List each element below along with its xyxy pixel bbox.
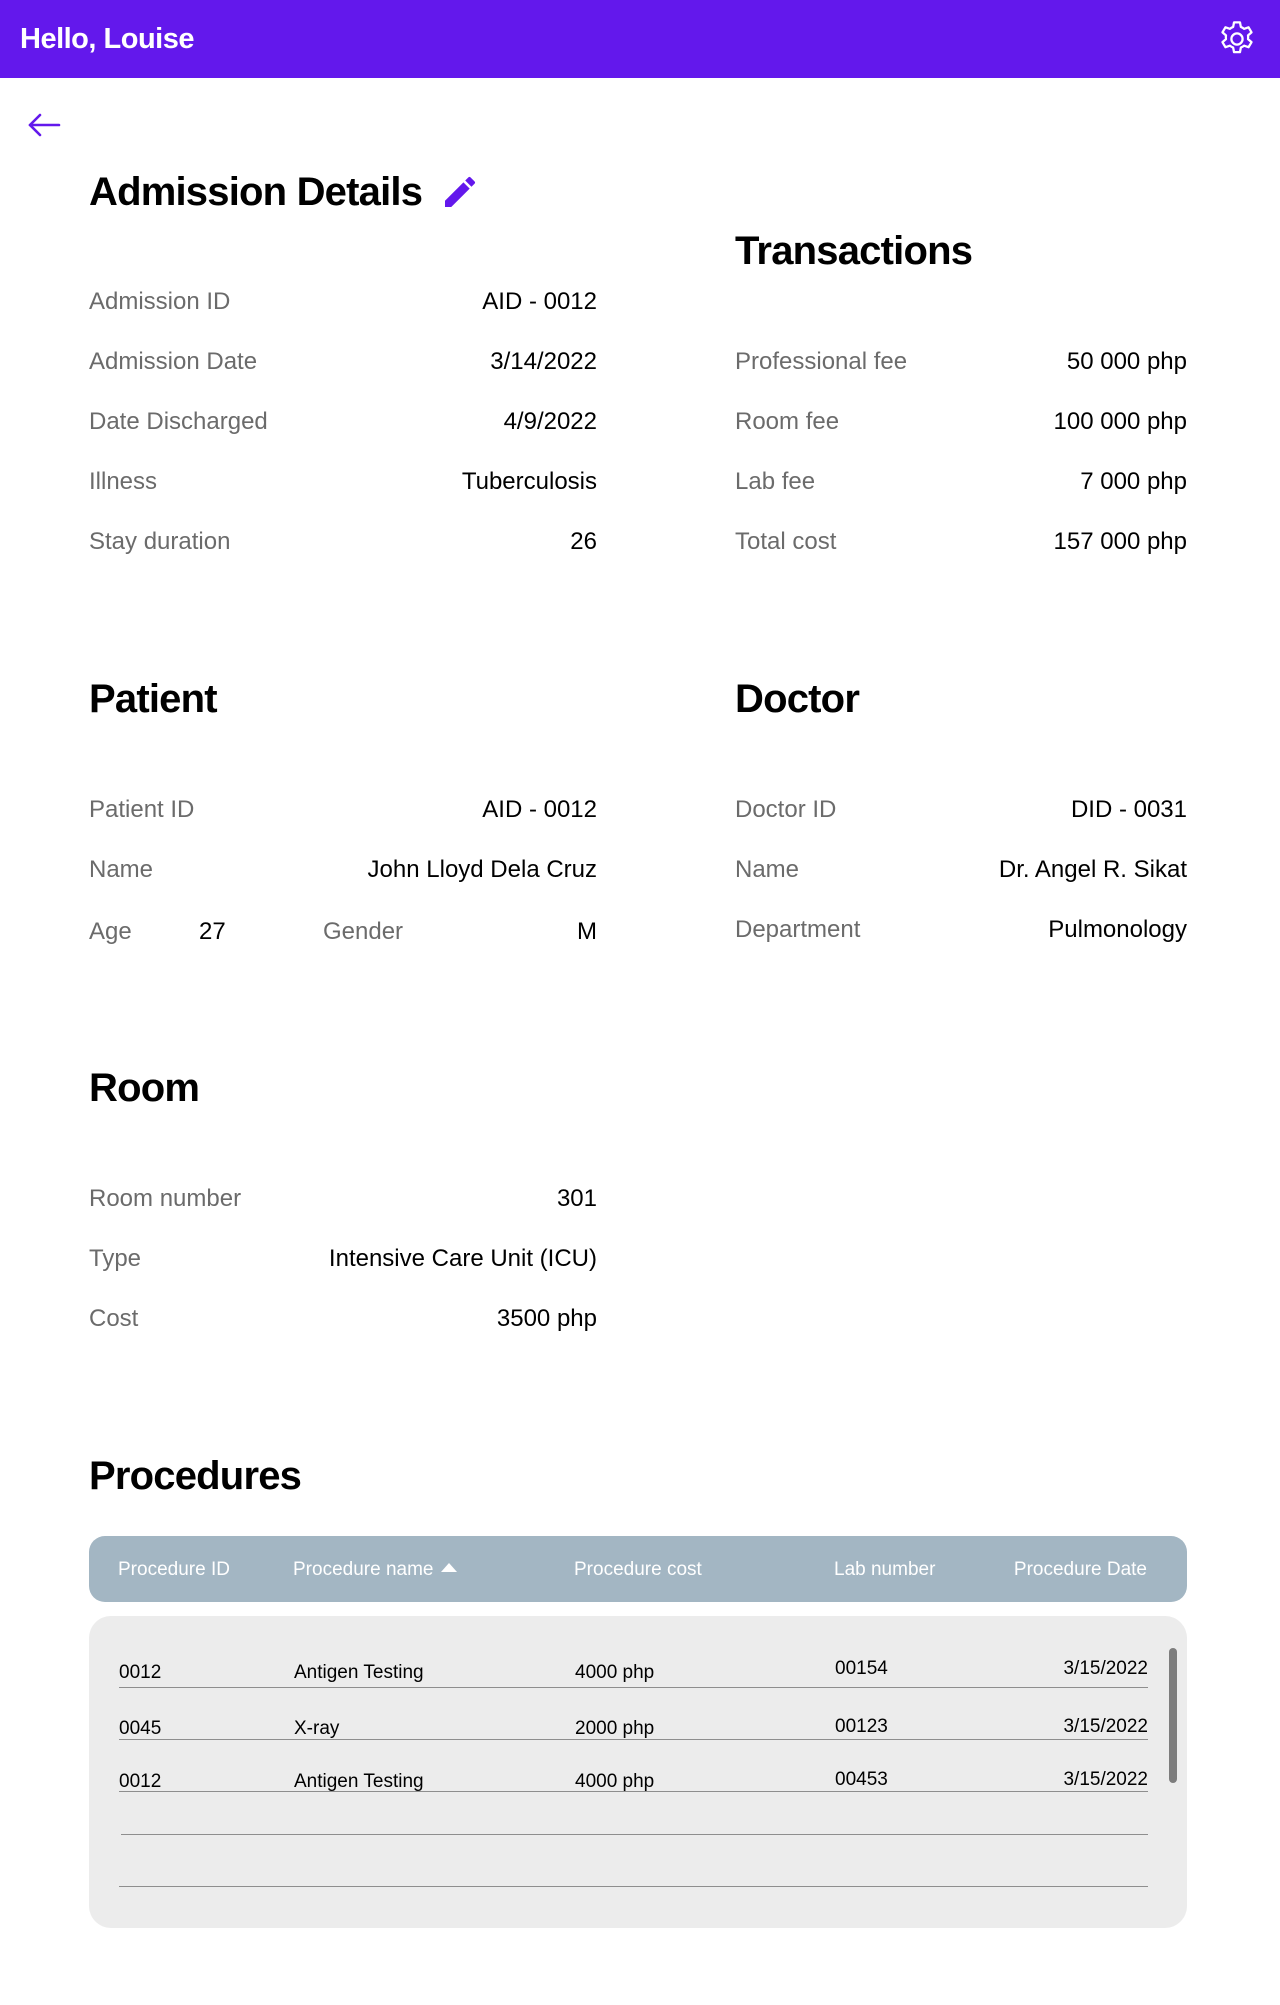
gender-value: M (577, 918, 597, 945)
field-label: Lab fee (735, 468, 816, 495)
field-label: Total cost (735, 528, 837, 555)
sort-ascending-icon (441, 1563, 458, 1573)
table-row[interactable]: 0045 X-ray 2000 php 00123 3/15/2022 (119, 1688, 1148, 1740)
cell-procedure-name: Antigen Testing (294, 1662, 424, 1683)
cell-lab-number: 00154 (835, 1658, 888, 1679)
table-row[interactable]: 0012 Antigen Testing 4000 php 00453 3/15… (119, 1740, 1148, 1792)
field-value: John Lloyd Dela Cruz (367, 856, 597, 883)
field-label: Name (89, 856, 154, 883)
field-label: Date Discharged (89, 408, 268, 435)
field-value: Dr. Angel R. Sikat (998, 856, 1187, 883)
transactions-title: Transactions (735, 229, 973, 273)
lab-fee-row: Lab fee 7 000 php (735, 462, 1187, 502)
column-header-procedure-cost[interactable]: Procedure cost (574, 1559, 702, 1581)
field-value: 4/9/2022 (503, 408, 597, 435)
patient-id-row: Patient ID AID - 0012 (89, 790, 597, 830)
room-title: Room (89, 1066, 200, 1110)
field-value: Tuberculosis (461, 468, 597, 495)
patient-name-row: Name John Lloyd Dela Cruz (89, 850, 597, 890)
table-row-divider (119, 1886, 1148, 1887)
field-value: 100 000 php (1053, 408, 1187, 435)
admission-title: Admission Details (89, 170, 423, 214)
field-value: 50 000 php (1066, 348, 1187, 375)
age-gender-row: Age 27 Gender M (89, 910, 597, 950)
field-value: 157 000 php (1053, 528, 1187, 555)
illness-row: Illness Tuberculosis (89, 462, 597, 502)
room-number-row: Room number 301 (89, 1179, 597, 1219)
room-cost-row: Cost 3500 php (89, 1299, 597, 1339)
cell-procedure-cost: 4000 php (575, 1771, 655, 1792)
field-label: Department (735, 916, 861, 943)
cell-procedure-id: 0045 (119, 1718, 162, 1739)
field-label: Stay duration (89, 528, 231, 555)
admission-id-row: Admission ID AID - 0012 (89, 282, 597, 322)
field-value: AID - 0012 (482, 288, 597, 315)
cell-procedure-id: 0012 (119, 1771, 162, 1792)
gender-label: Gender (323, 918, 404, 945)
field-label: Admission ID (89, 288, 231, 315)
top-bar: Hello, Louise (0, 0, 1280, 78)
procedures-title: Procedures (89, 1454, 302, 1498)
cell-procedure-cost: 4000 php (575, 1662, 655, 1683)
field-value: Pulmonology (1048, 916, 1187, 943)
field-value: 3500 php (496, 1305, 597, 1332)
field-label: Patient ID (89, 796, 195, 823)
greeting-text: Hello, Louise (20, 22, 194, 55)
field-label: Type (89, 1245, 142, 1272)
department-row: Department Pulmonology (735, 910, 1187, 950)
column-header-procedure-date[interactable]: Procedure Date (1014, 1559, 1147, 1581)
cell-procedure-date: 3/15/2022 (1063, 1769, 1148, 1790)
cell-procedure-date: 3/15/2022 (1063, 1658, 1148, 1679)
column-header-procedure-id[interactable]: Procedure ID (118, 1559, 230, 1581)
date-discharged-row: Date Discharged 4/9/2022 (89, 402, 597, 442)
field-value: 26 (570, 528, 597, 555)
procedures-table-body: 0012 Antigen Testing 4000 php 00154 3/15… (89, 1616, 1187, 1928)
procedures-table-header: Procedure ID Procedure name Procedure co… (89, 1536, 1187, 1602)
professional-fee-row: Professional fee 50 000 php (735, 342, 1187, 382)
field-label: Cost (89, 1305, 139, 1332)
cell-procedure-id: 0012 (119, 1662, 162, 1683)
field-label: Illness (89, 468, 158, 495)
field-label: Admission Date (89, 348, 258, 375)
stay-duration-row: Stay duration 26 (89, 522, 597, 562)
cell-procedure-name: X-ray (294, 1718, 340, 1739)
gear-icon[interactable] (1216, 18, 1258, 60)
field-value: 7 000 php (1080, 468, 1187, 495)
field-value: DID - 0031 (1070, 796, 1187, 823)
field-label: Room fee (735, 408, 840, 435)
cell-procedure-cost: 2000 php (575, 1718, 655, 1739)
patient-title: Patient (89, 677, 218, 721)
column-header-label: Procedure name (293, 1559, 434, 1580)
doctor-title: Doctor (735, 677, 860, 721)
total-cost-row: Total cost 157 000 php (735, 522, 1187, 562)
cell-procedure-name: Antigen Testing (294, 1771, 424, 1792)
admission-date-row: Admission Date 3/14/2022 (89, 342, 597, 382)
field-label: Room number (89, 1185, 242, 1212)
field-value: 3/14/2022 (490, 348, 597, 375)
column-header-procedure-name[interactable]: Procedure name (293, 1559, 458, 1581)
room-type-row: Type Intensive Care Unit (ICU) (89, 1239, 597, 1279)
table-row[interactable]: 0012 Antigen Testing 4000 php 00154 3/15… (119, 1636, 1148, 1688)
table-scrollbar[interactable] (1169, 1648, 1177, 1783)
arrow-left-icon[interactable] (26, 110, 62, 140)
table-row-divider (121, 1834, 1148, 1835)
cell-lab-number: 00453 (835, 1769, 888, 1790)
field-value: Intensive Care Unit (ICU) (328, 1245, 597, 1272)
room-fee-row: Room fee 100 000 php (735, 402, 1187, 442)
pencil-icon[interactable] (440, 172, 480, 212)
age-value: 27 (199, 918, 226, 945)
column-header-lab-number[interactable]: Lab number (834, 1559, 935, 1581)
field-label: Name (735, 856, 800, 883)
field-value: 301 (556, 1185, 597, 1212)
field-label: Professional fee (735, 348, 908, 375)
field-label: Doctor ID (735, 796, 837, 823)
cell-lab-number: 00123 (835, 1716, 888, 1737)
age-label: Age (89, 918, 132, 945)
doctor-id-row: Doctor ID DID - 0031 (735, 790, 1187, 830)
field-value: AID - 0012 (482, 796, 597, 823)
cell-procedure-date: 3/15/2022 (1063, 1716, 1148, 1737)
doctor-name-row: Name Dr. Angel R. Sikat (735, 850, 1187, 890)
